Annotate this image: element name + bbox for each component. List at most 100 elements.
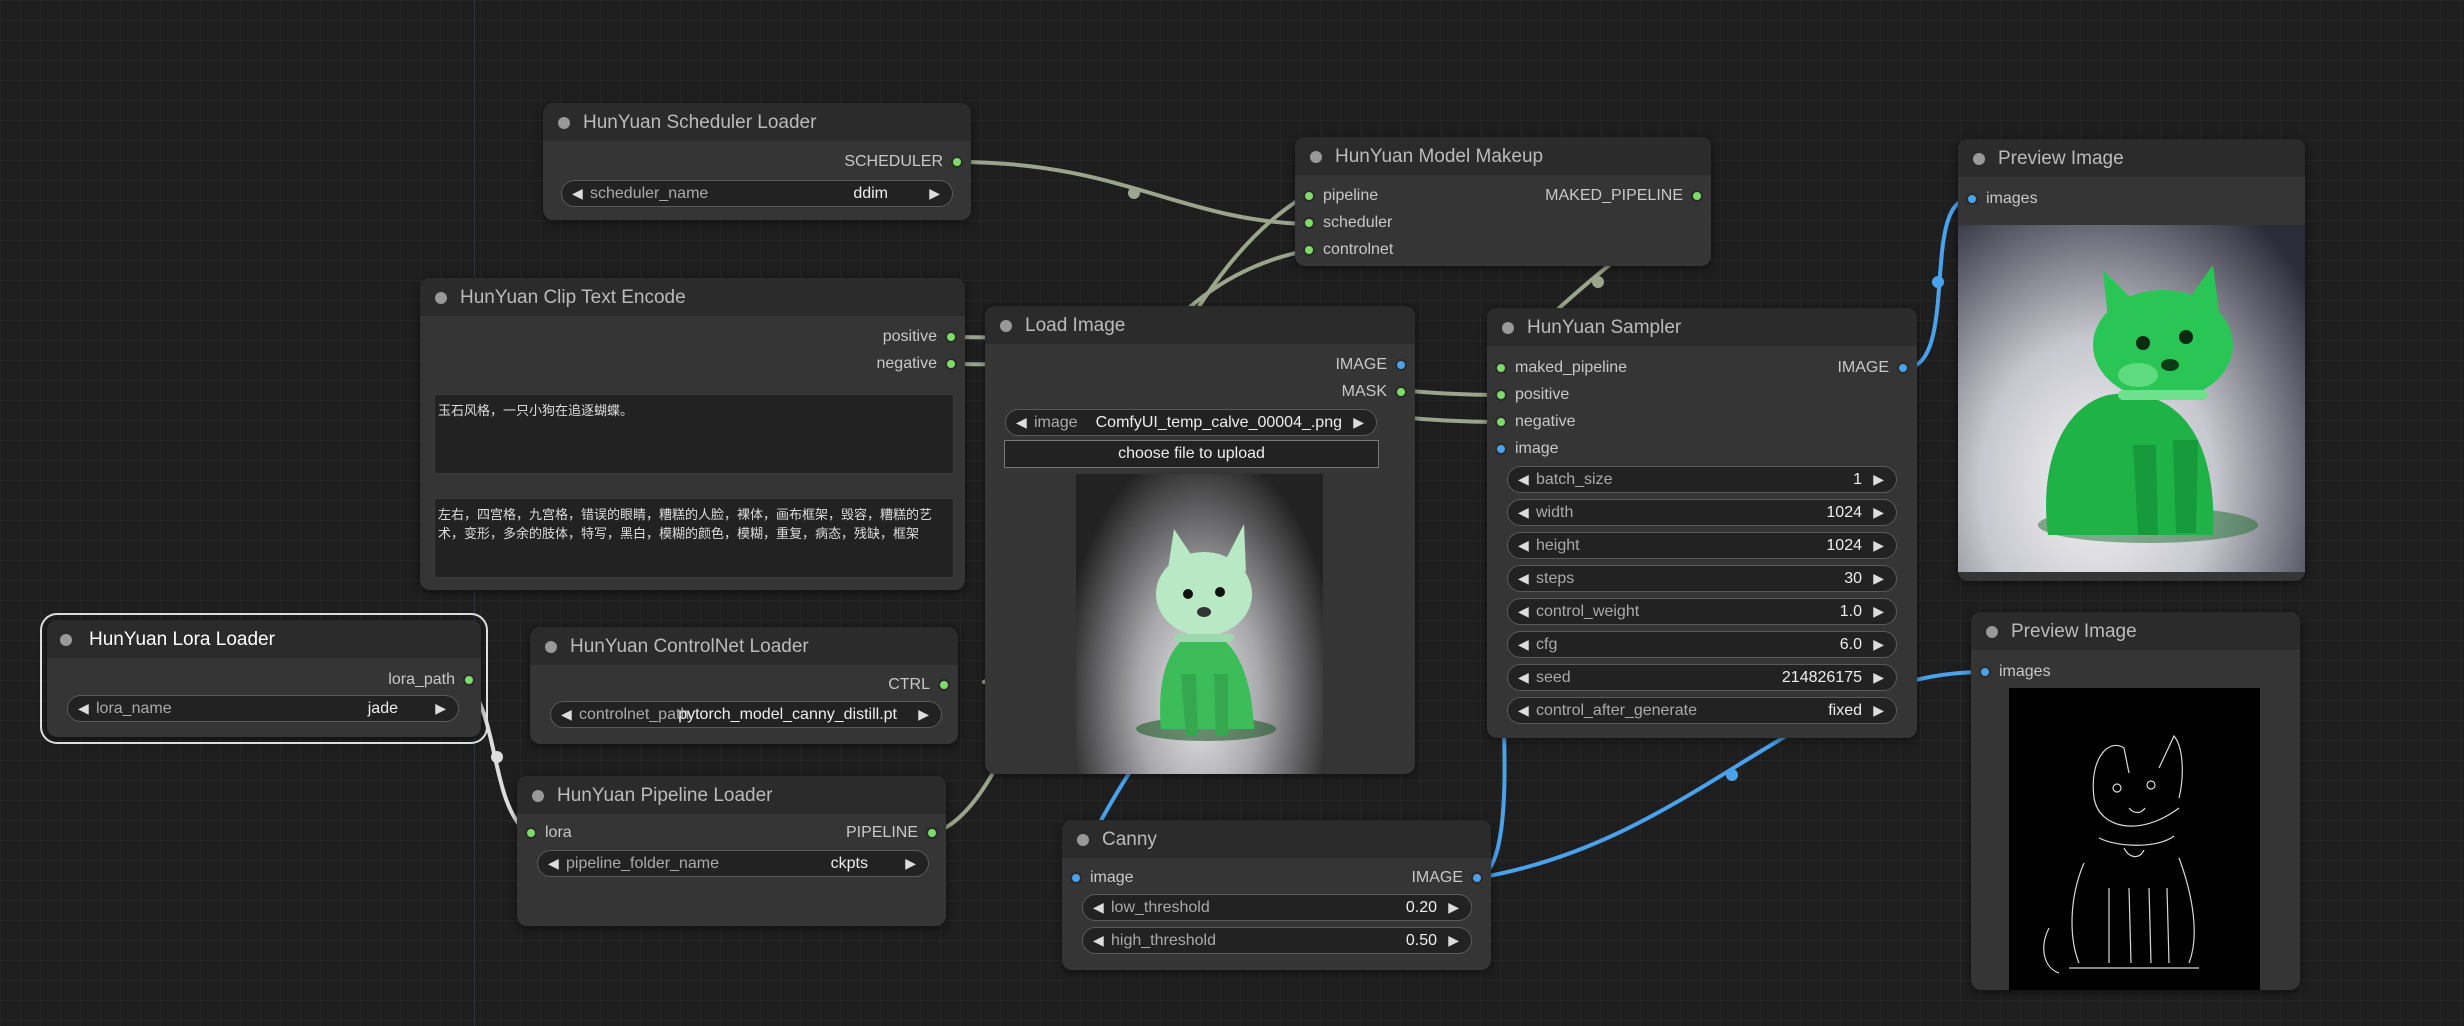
pipeline-loader-node[interactable]: HunYuan Pipeline Loader lora PIPELINE ◀ … [517, 776, 946, 926]
arrow-left-icon[interactable]: ◀ [1518, 636, 1529, 653]
input-positive[interactable]: positive [1495, 385, 1569, 405]
output-pin-icon[interactable] [926, 827, 938, 839]
arrow-left-icon[interactable]: ◀ [1518, 570, 1529, 587]
choose-file-button[interactable]: choose file to upload [1004, 440, 1379, 468]
arrow-left-icon[interactable]: ◀ [78, 700, 89, 717]
input-negative[interactable]: negative [1495, 412, 1576, 432]
input-images[interactable]: images [1966, 189, 2038, 209]
output-pin-icon[interactable] [1395, 359, 1407, 371]
input-pipeline[interactable]: pipeline [1303, 186, 1378, 206]
output-pin-icon[interactable] [1395, 386, 1407, 398]
input-maked-pipeline[interactable]: maked_pipeline [1495, 358, 1627, 378]
negative-prompt-textarea[interactable]: 左右，四宫格，九宫格，错误的眼睛，糟糕的人脸，裸体，画布框架，毁容，糟糕的艺术，… [434, 498, 954, 578]
input-image[interactable]: image [1495, 439, 1559, 459]
output-image[interactable]: IMAGE [1837, 358, 1909, 378]
arrow-left-icon[interactable]: ◀ [1093, 899, 1104, 916]
arrow-right-icon[interactable]: ▶ [918, 706, 929, 723]
arrow-right-icon[interactable]: ▶ [1873, 636, 1884, 653]
output-pin-icon[interactable] [1691, 190, 1703, 202]
arrow-right-icon[interactable]: ▶ [1353, 414, 1364, 431]
arrow-left-icon[interactable]: ◀ [1518, 504, 1529, 521]
arrow-left-icon[interactable]: ◀ [1518, 702, 1529, 719]
arrow-right-icon[interactable]: ▶ [1873, 669, 1884, 686]
output-negative[interactable]: negative [877, 354, 957, 374]
arrow-right-icon[interactable]: ▶ [1873, 702, 1884, 719]
batch-size-number[interactable]: ◀ batch_size 1 ▶ [1507, 466, 1897, 493]
collapse-dot-icon[interactable] [532, 790, 544, 802]
controlnet-path-combo[interactable]: ◀ controlnet_path pytorch_model_canny_di… [550, 701, 942, 728]
input-controlnet[interactable]: controlnet [1303, 240, 1393, 260]
output-ctrl[interactable]: CTRL [888, 675, 950, 695]
node-title-bar[interactable]: Preview Image [1958, 139, 2305, 177]
scheduler-name-combo[interactable]: ◀ scheduler_name ddim ▶ [561, 180, 953, 207]
lora-name-combo[interactable]: ◀ lora_name jade ▶ [67, 695, 459, 722]
steps-number[interactable]: ◀ steps 30 ▶ [1507, 565, 1897, 592]
input-pin-icon[interactable] [1303, 217, 1315, 229]
input-pin-icon[interactable] [1979, 666, 1991, 678]
node-title-bar[interactable]: HunYuan Model Makeup [1295, 137, 1711, 175]
input-lora[interactable]: lora [525, 823, 572, 843]
input-pin-icon[interactable] [1303, 190, 1315, 202]
collapse-dot-icon[interactable] [1986, 626, 1998, 638]
pipeline-folder-combo[interactable]: ◀ pipeline_folder_name ckpts ▶ [537, 850, 929, 877]
input-pin-icon[interactable] [1070, 872, 1082, 884]
arrow-right-icon[interactable]: ▶ [435, 700, 446, 717]
collapse-dot-icon[interactable] [435, 292, 447, 304]
model-makeup-node[interactable]: HunYuan Model Makeup pipeline scheduler … [1295, 137, 1711, 266]
arrow-right-icon[interactable]: ▶ [1448, 932, 1459, 949]
arrow-right-icon[interactable]: ▶ [1873, 504, 1884, 521]
arrow-left-icon[interactable]: ◀ [561, 706, 572, 723]
arrow-left-icon[interactable]: ◀ [1518, 603, 1529, 620]
sampler-node[interactable]: HunYuan Sampler maked_pipeline positive … [1487, 308, 1917, 738]
arrow-left-icon[interactable]: ◀ [1518, 537, 1529, 554]
input-pin-icon[interactable] [1495, 416, 1507, 428]
arrow-left-icon[interactable]: ◀ [572, 185, 583, 202]
width-number[interactable]: ◀ width 1024 ▶ [1507, 499, 1897, 526]
collapse-dot-icon[interactable] [1310, 151, 1322, 163]
arrow-left-icon[interactable]: ◀ [548, 855, 559, 872]
high-threshold-number[interactable]: ◀ high_threshold 0.50 ▶ [1082, 927, 1472, 954]
arrow-right-icon[interactable]: ▶ [1873, 471, 1884, 488]
collapse-dot-icon[interactable] [1077, 834, 1089, 846]
clip-text-encode-node[interactable]: HunYuan Clip Text Encode positive negati… [420, 278, 965, 590]
scheduler-loader-node[interactable]: HunYuan Scheduler Loader SCHEDULER ◀ sch… [543, 103, 971, 220]
control-after-generate-combo[interactable]: ◀ control_after_generate fixed ▶ [1507, 697, 1897, 724]
image-file-combo[interactable]: ◀ image ComfyUI_temp_calve_00004_.png ▶ [1005, 409, 1377, 436]
output-pin-icon[interactable] [938, 679, 950, 691]
controlnet-loader-node[interactable]: HunYuan ControlNet Loader CTRL ◀ control… [530, 627, 958, 744]
collapse-dot-icon[interactable] [60, 634, 72, 646]
preview-image-node-1[interactable]: Preview Image images [1958, 139, 2305, 581]
lora-loader-node[interactable]: HunYuan Lora Loader lora_path ◀ lora_nam… [40, 613, 488, 744]
low-threshold-number[interactable]: ◀ low_threshold 0.20 ▶ [1082, 894, 1472, 921]
node-title-bar[interactable]: HunYuan Clip Text Encode [420, 278, 965, 316]
arrow-left-icon[interactable]: ◀ [1016, 414, 1027, 431]
preview-image-node-2[interactable]: Preview Image images [1971, 612, 2300, 990]
output-pin-icon[interactable] [951, 156, 963, 168]
output-pin-icon[interactable] [1897, 362, 1909, 374]
output-scheduler[interactable]: SCHEDULER [844, 152, 963, 172]
seed-number[interactable]: ◀ seed 214826175 ▶ [1507, 664, 1897, 691]
collapse-dot-icon[interactable] [1973, 153, 1985, 165]
arrow-right-icon[interactable]: ▶ [1873, 603, 1884, 620]
output-image[interactable]: IMAGE [1335, 355, 1407, 375]
output-pin-icon[interactable] [463, 674, 475, 686]
output-mask[interactable]: MASK [1342, 382, 1407, 402]
output-lora-path[interactable]: lora_path [388, 670, 475, 690]
node-title-bar[interactable]: Load Image [985, 306, 1415, 344]
output-positive[interactable]: positive [883, 327, 957, 347]
height-number[interactable]: ◀ height 1024 ▶ [1507, 532, 1897, 559]
output-pipeline[interactable]: PIPELINE [846, 823, 938, 843]
arrow-right-icon[interactable]: ▶ [1873, 570, 1884, 587]
node-title-bar[interactable]: HunYuan ControlNet Loader [530, 627, 958, 665]
output-pin-icon[interactable] [1471, 872, 1483, 884]
node-title-bar[interactable]: HunYuan Pipeline Loader [517, 776, 946, 814]
control-weight-number[interactable]: ◀ control_weight 1.0 ▶ [1507, 598, 1897, 625]
arrow-left-icon[interactable]: ◀ [1518, 669, 1529, 686]
input-scheduler[interactable]: scheduler [1303, 213, 1392, 233]
node-title-bar[interactable]: HunYuan Scheduler Loader [543, 103, 971, 141]
collapse-dot-icon[interactable] [1502, 322, 1514, 334]
collapse-dot-icon[interactable] [1000, 320, 1012, 332]
node-title-bar[interactable]: HunYuan Sampler [1487, 308, 1917, 346]
collapse-dot-icon[interactable] [558, 117, 570, 129]
output-pin-icon[interactable] [945, 358, 957, 370]
